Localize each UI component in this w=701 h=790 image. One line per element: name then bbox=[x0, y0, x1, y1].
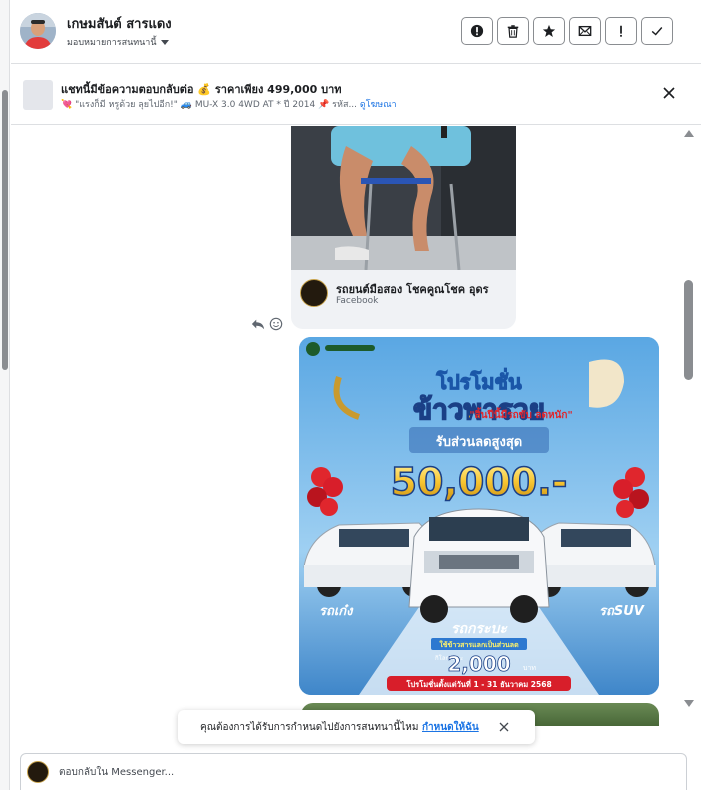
shared-post-meta: รถยนต์มือสอง โชคคูณโชค อุดร Facebook bbox=[291, 270, 516, 329]
left-scrollbar-thumb[interactable] bbox=[2, 90, 8, 370]
promo-right-label: รถSUV bbox=[599, 604, 645, 619]
promo-rice-note: ใช้ข้าวสารแลกเป็นส่วนลด bbox=[439, 640, 519, 649]
thread-scrollbar[interactable] bbox=[683, 126, 695, 711]
close-icon[interactable] bbox=[498, 721, 510, 733]
promo-left-label: รถเก๋ง bbox=[319, 604, 354, 619]
contact-avatar-image bbox=[20, 13, 56, 49]
ad-subtitle-text: 💘 "แรงก็มี หรูด้วย ลุยไปอีก!" 🚙 MU-X 3.0… bbox=[61, 100, 358, 110]
ad-subtitle: 💘 "แรงก็มี หรูด้วย ลุยไปอีก!" 🚙 MU-X 3.0… bbox=[61, 97, 397, 111]
header-action-buttons bbox=[461, 17, 673, 45]
react-emoji-icon[interactable] bbox=[269, 316, 283, 331]
scroll-up-arrow-icon[interactable] bbox=[684, 130, 694, 137]
mark-unread-icon bbox=[578, 25, 592, 37]
left-panel-edge bbox=[0, 0, 10, 790]
conversation-header: เกษมสันต์ สารแดง มอบหมายการสนทนานี้ bbox=[11, 0, 701, 64]
shared-post-bubble[interactable]: รถยนต์มือสอง โชคคูณโชค อุดร Facebook bbox=[291, 126, 516, 329]
promo-pickup-label: รถกระบะ bbox=[451, 621, 508, 637]
promo-discount-label: รับส่วนลดสูงสุด bbox=[436, 435, 522, 450]
reply-composer bbox=[20, 753, 687, 790]
scroll-down-arrow-icon[interactable] bbox=[684, 700, 694, 707]
promotion-image-message[interactable]: โปรโมชั่น ข้าวพารวย "สิ้นปีนี้มีรถขับ ลด… bbox=[299, 337, 659, 695]
close-icon[interactable] bbox=[661, 85, 677, 101]
message-thread: รถยนต์มือสอง โชคคูณโชค อุดร Facebook โปร… bbox=[11, 126, 683, 726]
shared-post-source: Facebook bbox=[336, 296, 379, 306]
toast-text: คุณต้องการได้รับการกำหนดไปยังการสนทนานี้… bbox=[200, 722, 419, 733]
follow-up-button[interactable] bbox=[605, 17, 637, 45]
trash-icon bbox=[507, 25, 519, 38]
assign-prompt-toast: คุณต้องการได้รับการกำหนดไปยังการสนทนานี้… bbox=[178, 710, 535, 744]
assign-label: มอบหมายการสนทนานี้ bbox=[67, 38, 157, 48]
promo-rice-amount: 2,000 bbox=[447, 652, 510, 676]
view-ad-link[interactable]: ดูโฆษณา bbox=[360, 100, 397, 110]
star-button[interactable] bbox=[533, 17, 565, 45]
mark-spam-button[interactable] bbox=[461, 17, 493, 45]
ad-thumbnail[interactable] bbox=[23, 80, 53, 110]
reply-input[interactable] bbox=[59, 762, 659, 782]
exclamation-circle-icon bbox=[470, 24, 484, 38]
thread-scrollbar-thumb[interactable] bbox=[684, 280, 693, 380]
messenger-inbox: เกษมสันต์ สารแดง มอบหมายการสนทนานี้ แชทน… bbox=[0, 0, 701, 790]
promo-headline-1: โปรโมชั่น bbox=[435, 367, 522, 394]
mark-done-button[interactable] bbox=[641, 17, 673, 45]
ad-context-banner: แชทนี้มีข้อความตอบกลับต่อ 💰 ราคาเพียง 49… bbox=[11, 65, 701, 125]
shared-post-photo[interactable] bbox=[291, 126, 516, 270]
message-actions bbox=[251, 316, 283, 331]
delete-button[interactable] bbox=[497, 17, 529, 45]
promotion-image: โปรโมชั่น ข้าวพารวย "สิ้นปีนี้มีรถขับ ลด… bbox=[299, 337, 659, 695]
star-icon bbox=[542, 24, 556, 37]
car-pickup bbox=[408, 508, 550, 623]
reply-icon[interactable] bbox=[251, 316, 265, 330]
promo-baht: บาท bbox=[523, 664, 536, 672]
page-avatar bbox=[27, 761, 49, 783]
contact-name[interactable]: เกษมสันต์ สารแดง bbox=[67, 13, 172, 34]
promo-period: โปรโมชั่นตั้งแต่วันที่ 1 - 31 ธันวาคม 25… bbox=[405, 678, 551, 689]
exclamation-icon bbox=[620, 25, 622, 37]
caret-down-icon bbox=[160, 40, 169, 45]
promo-tagline: "สิ้นปีนี้มีรถขับ ลดหนัก" bbox=[469, 407, 572, 421]
promo-discount-amount: 50,000.- bbox=[391, 460, 568, 504]
contact-avatar[interactable] bbox=[20, 13, 56, 49]
checkmark-icon bbox=[651, 27, 663, 36]
mark-unread-button[interactable] bbox=[569, 17, 601, 45]
assign-conversation-dropdown[interactable]: มอบหมายการสนทนานี้ bbox=[67, 35, 169, 49]
ad-title: แชทนี้มีข้อความตอบกลับต่อ 💰 ราคาเพียง 49… bbox=[61, 83, 342, 96]
assign-to-me-link[interactable]: กำหนดให้ฉัน bbox=[422, 720, 479, 735]
page-avatar bbox=[300, 279, 328, 307]
